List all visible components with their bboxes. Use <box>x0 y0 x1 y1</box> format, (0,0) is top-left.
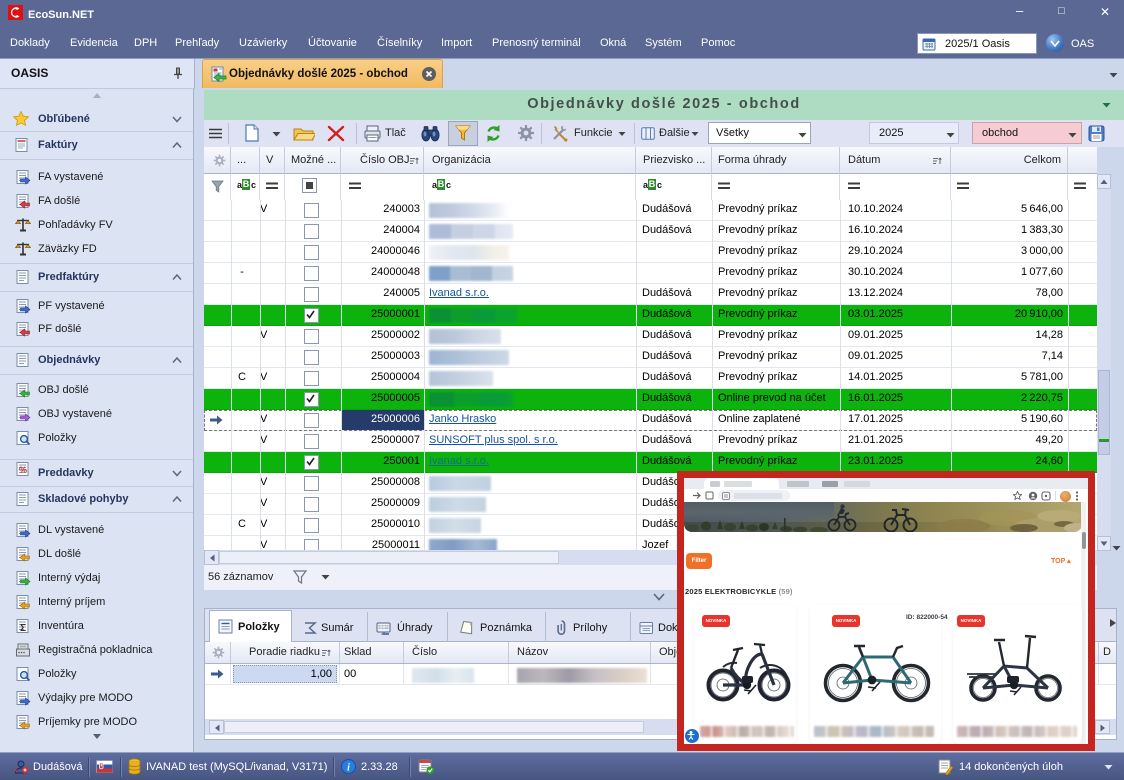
svg-text:%: % <box>19 465 27 475</box>
svg-text:Σ: Σ <box>20 623 26 634</box>
svg-text:i: i <box>347 763 350 774</box>
